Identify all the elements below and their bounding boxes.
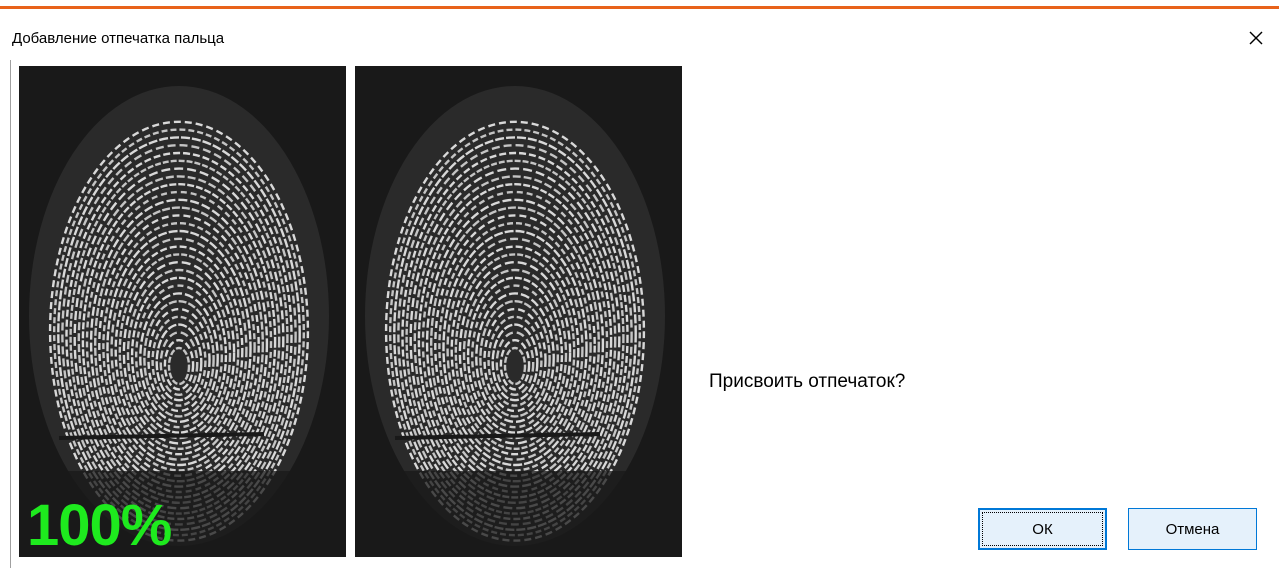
close-button[interactable]	[1240, 24, 1272, 52]
fingerprint-scan-left: 100%	[19, 66, 346, 557]
window-left-border	[10, 60, 11, 568]
cancel-button-label: Отмена	[1165, 520, 1220, 538]
fingerprint-scan-right	[355, 66, 682, 557]
ok-button[interactable]: ОК	[978, 508, 1107, 550]
window-title: Добавление отпечатка пальца	[12, 30, 225, 47]
scan-quality-label: 100%	[27, 493, 172, 557]
assign-prompt-text: Присвоить отпечаток?	[709, 371, 906, 392]
close-icon	[1249, 31, 1263, 45]
window-top-border	[0, 0, 1279, 9]
cancel-button[interactable]: Отмена	[1128, 508, 1257, 550]
fingerprint-dialog: Добавление отпечатка пальца 100% Присвои…	[0, 0, 1279, 568]
focus-rectangle	[982, 512, 1103, 546]
